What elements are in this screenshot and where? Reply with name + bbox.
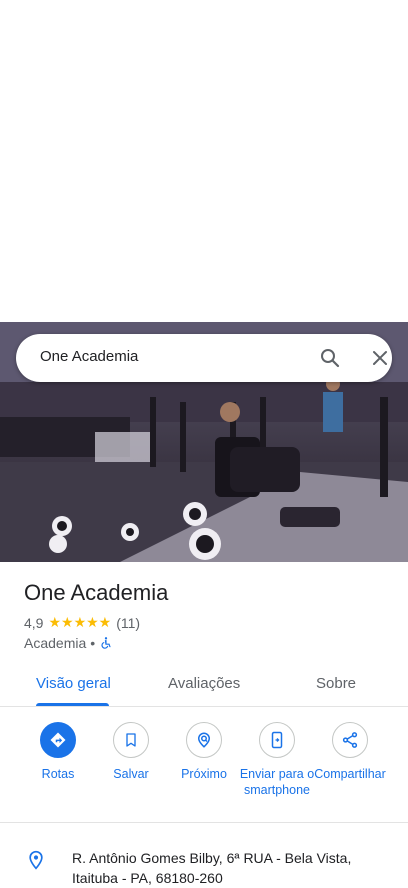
category-row: Academia • <box>24 635 113 651</box>
search-input[interactable]: One Academia <box>40 348 138 365</box>
search-bar[interactable]: One Academia <box>16 334 392 382</box>
share-icon <box>332 722 368 758</box>
location-pin-icon <box>26 849 46 871</box>
directions-button[interactable]: Rotas <box>18 722 98 782</box>
place-title: One Academia <box>24 580 169 605</box>
save-button[interactable]: Salvar <box>91 722 171 782</box>
directions-label: Rotas <box>41 767 75 781</box>
nearby-label: Próximo <box>181 767 227 781</box>
wheelchair-accessible-icon <box>99 636 113 650</box>
share-button[interactable]: Compartilhar <box>310 722 390 782</box>
separator: • <box>90 635 96 651</box>
tab-about[interactable]: Sobre <box>316 675 356 692</box>
send-to-phone-button[interactable]: Enviar para o smartphone <box>237 722 317 798</box>
reviews-count[interactable]: (11) <box>116 615 140 631</box>
place-address[interactable]: R. Antônio Gomes Bilby, 6ª RUA - Bela Vi… <box>72 848 392 888</box>
tab-overview[interactable]: Visão geral <box>36 675 111 692</box>
bookmark-icon <box>113 722 149 758</box>
active-tab-indicator <box>36 703 109 706</box>
section-divider <box>0 822 408 823</box>
share-label: Compartilhar <box>314 767 386 781</box>
directions-icon <box>40 722 76 758</box>
send-to-phone-label: Enviar para o smartphone <box>239 767 315 797</box>
nearby-icon <box>186 722 222 758</box>
search-icon[interactable] <box>318 346 342 370</box>
tab-reviews[interactable]: Avaliações <box>168 675 240 692</box>
tab-bar: Visão geral Avaliações Sobre <box>0 664 408 707</box>
action-buttons: Rotas Salvar Próximo Enviar para o smart… <box>0 722 408 822</box>
rating-row[interactable]: 4,9 ★★★★★ (11) <box>24 614 140 631</box>
blank-area <box>0 0 408 322</box>
send-to-phone-icon <box>259 722 295 758</box>
place-category: Academia <box>24 635 87 651</box>
star-rating: ★★★★★ <box>48 614 112 630</box>
rating-value: 4,9 <box>24 614 44 631</box>
close-icon[interactable] <box>368 346 392 370</box>
save-label: Salvar <box>113 767 149 781</box>
nearby-button[interactable]: Próximo <box>164 722 244 782</box>
